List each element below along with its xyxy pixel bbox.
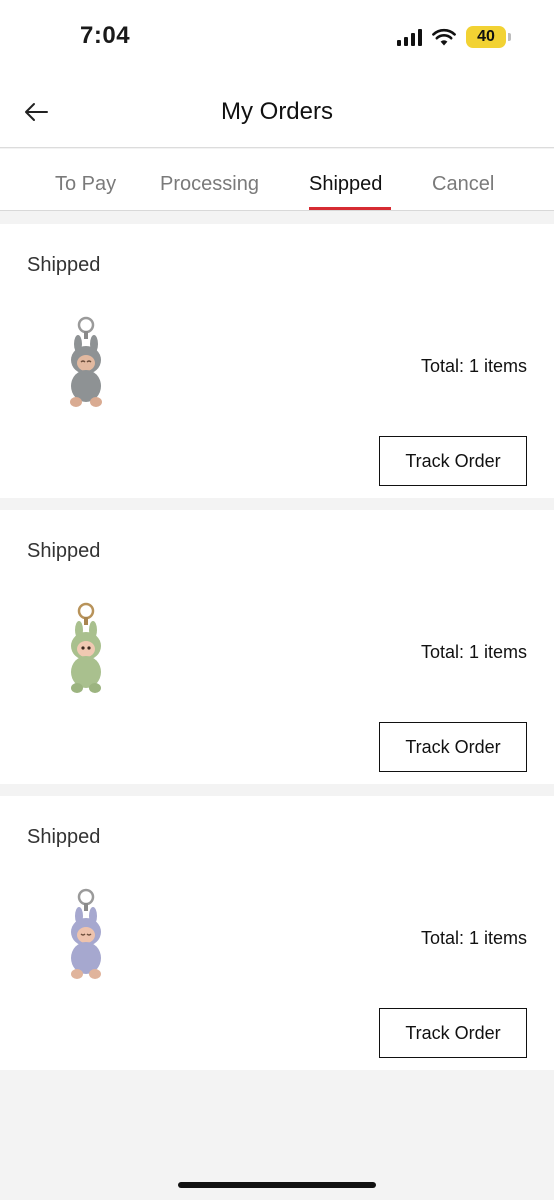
order-card: Shipped Total: 1 items Track Order — [0, 796, 554, 1070]
order-total: Total: 1 items — [420, 928, 527, 948]
order-card: Shipped Total: 1 items Track Order — [0, 510, 554, 784]
order-status: Shipped — [27, 254, 101, 276]
plush-keychain-gray-icon[interactable] — [48, 316, 124, 416]
order-total: Total: 1 items — [420, 642, 527, 662]
tab-to-pay[interactable]: To Pay — [55, 173, 116, 196]
track-order-button[interactable]: Track Order — [379, 722, 527, 772]
page-header: My Orders — [0, 76, 554, 148]
status-icons: 40 — [397, 26, 511, 48]
plush-keychain-green-icon[interactable] — [48, 602, 124, 702]
order-total: Total: 1 items — [420, 356, 527, 376]
track-order-button[interactable]: Track Order — [379, 1008, 527, 1058]
order-card: Shipped Total: 1 items Track Order — [0, 224, 554, 498]
wifi-icon — [432, 28, 456, 46]
plush-keychain-lavender-icon[interactable] — [48, 888, 124, 988]
order-status: Shipped — [27, 826, 101, 848]
home-indicator — [178, 1182, 376, 1188]
active-tab-indicator — [309, 207, 391, 210]
tab-shipped[interactable]: Shipped — [309, 173, 382, 196]
track-order-button[interactable]: Track Order — [379, 436, 527, 486]
status-time: 7:04 — [80, 22, 131, 49]
order-status: Shipped — [27, 540, 101, 562]
battery-icon: 40 — [466, 26, 511, 48]
page-title: My Orders — [220, 98, 333, 125]
status-bar: 7:04 40 — [0, 0, 554, 76]
cellular-signal-icon — [397, 28, 422, 46]
tab-processing[interactable]: Processing — [160, 173, 259, 196]
order-tabs: To Pay Processing Shipped Cancel — [0, 149, 554, 211]
tab-cancel[interactable]: Cancel — [432, 173, 494, 196]
